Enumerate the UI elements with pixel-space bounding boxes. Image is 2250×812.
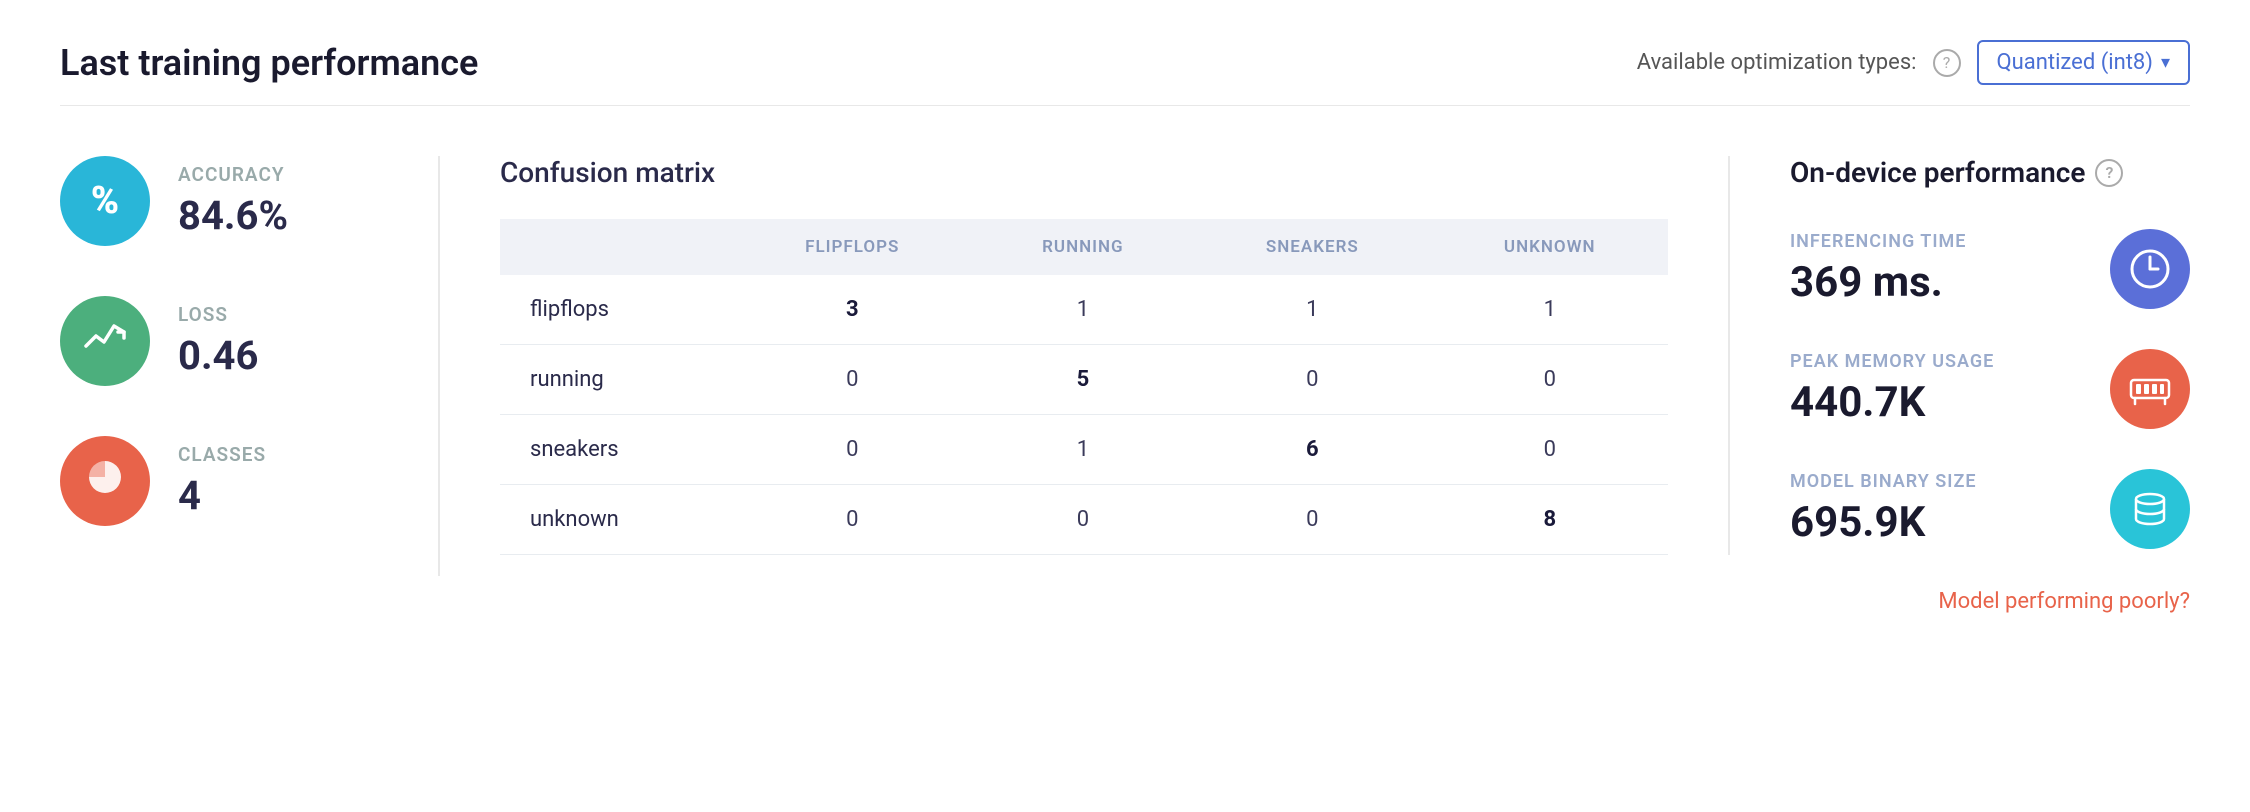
cell-ff-ff: 3: [732, 275, 973, 345]
perf-title-container: On-device performance ?: [1790, 156, 2190, 189]
binary-info: MODEL BINARY SIZE 695.9K: [1790, 471, 1977, 547]
help-icon-performance[interactable]: ?: [2095, 159, 2123, 187]
cell-unk-run: 0: [973, 485, 1194, 555]
pie-chart-icon: [81, 453, 129, 510]
inferencing-value: 369 ms.: [1790, 258, 1966, 307]
classes-label: CLASSES: [178, 443, 266, 466]
confusion-matrix-table: FLIPFLOPS RUNNING SNEAKERS UNKNOWN flipf…: [500, 219, 1668, 555]
cell-run-unk: 0: [1432, 345, 1668, 415]
matrix-title: Confusion matrix: [500, 156, 1668, 189]
cell-unk-snk: 0: [1193, 485, 1431, 555]
cell-snk-snk: 6: [1193, 415, 1431, 485]
stats-panel: % ACCURACY 84.6%: [60, 156, 440, 576]
col-header-empty: [500, 219, 732, 275]
stat-item-classes: CLASSES 4: [60, 436, 398, 526]
row-label-sneakers: sneakers: [500, 415, 732, 485]
help-icon-header[interactable]: ?: [1933, 49, 1961, 77]
cell-run-run: 5: [973, 345, 1194, 415]
row-label-unknown: unknown: [500, 485, 732, 555]
row-label-flipflops: flipflops: [500, 275, 732, 345]
cell-unk-unk: 8: [1432, 485, 1668, 555]
table-row: unknown 0 0 0 8: [500, 485, 1668, 555]
cell-snk-ff: 0: [732, 415, 973, 485]
cell-snk-run: 1: [973, 415, 1194, 485]
dropdown-label: Quantized (int8): [1997, 50, 2153, 75]
inferencing-info: INFERENCING TIME 369 ms.: [1790, 231, 1966, 307]
ram-icon: [2127, 366, 2173, 412]
main-content: % ACCURACY 84.6%: [60, 156, 2190, 614]
chart-icon: [82, 314, 128, 369]
stat-item-accuracy: % ACCURACY 84.6%: [60, 156, 398, 246]
accuracy-label: ACCURACY: [178, 163, 288, 186]
row-label-running: running: [500, 345, 732, 415]
inferencing-label: INFERENCING TIME: [1790, 231, 1966, 252]
binary-label: MODEL BINARY SIZE: [1790, 471, 1977, 492]
col-header-sneakers: SNEAKERS: [1193, 219, 1431, 275]
perf-title-text: On-device performance: [1790, 156, 2085, 189]
ram-icon-circle: [2110, 349, 2190, 429]
performance-panel: On-device performance ? INFERENCING TIME…: [1730, 156, 2190, 614]
chevron-down-icon: ▾: [2161, 52, 2170, 73]
header: Last training performance Available opti…: [60, 40, 2190, 106]
table-header-row: FLIPFLOPS RUNNING SNEAKERS UNKNOWN: [500, 219, 1668, 275]
col-header-running: RUNNING: [973, 219, 1194, 275]
loss-value: 0.46: [178, 332, 258, 379]
model-poorly-link[interactable]: Model performing poorly?: [1938, 589, 2190, 614]
loss-info: LOSS 0.46: [178, 303, 258, 379]
page-container: Last training performance Available opti…: [0, 0, 2250, 654]
memory-value: 440.7K: [1790, 378, 1994, 427]
header-right: Available optimization types: ? Quantize…: [1637, 40, 2190, 85]
memory-label: PEAK MEMORY USAGE: [1790, 351, 1994, 372]
table-row: running 0 5 0 0: [500, 345, 1668, 415]
database-icon: [2127, 486, 2173, 532]
loss-icon-circle: [60, 296, 150, 386]
optimization-label: Available optimization types:: [1637, 50, 1917, 75]
table-row: sneakers 0 1 6 0: [500, 415, 1668, 485]
cell-run-snk: 0: [1193, 345, 1431, 415]
cell-ff-snk: 1: [1193, 275, 1431, 345]
accuracy-value: 84.6%: [178, 192, 288, 239]
memory-info: PEAK MEMORY USAGE 440.7K: [1790, 351, 1994, 427]
matrix-panel: Confusion matrix FLIPFLOPS RUNNING SNEAK…: [440, 156, 1730, 555]
accuracy-icon: %: [60, 156, 150, 246]
model-poorly-section: Model performing poorly?: [1790, 589, 2190, 614]
cell-ff-unk: 1: [1432, 275, 1668, 345]
loss-label: LOSS: [178, 303, 258, 326]
cell-run-ff: 0: [732, 345, 973, 415]
clock-icon-circle: [2110, 229, 2190, 309]
page-title: Last training performance: [60, 42, 478, 84]
optimization-dropdown[interactable]: Quantized (int8) ▾: [1977, 40, 2191, 85]
col-header-flipflops: FLIPFLOPS: [732, 219, 973, 275]
classes-value: 4: [178, 472, 266, 519]
classes-info: CLASSES 4: [178, 443, 266, 519]
accuracy-info: ACCURACY 84.6%: [178, 163, 288, 239]
database-icon-circle: [2110, 469, 2190, 549]
cell-ff-run: 1: [973, 275, 1194, 345]
cell-unk-ff: 0: [732, 485, 973, 555]
perf-item-memory: PEAK MEMORY USAGE 440.7K: [1790, 349, 2190, 429]
col-header-unknown: UNKNOWN: [1432, 219, 1668, 275]
table-row: flipflops 3 1 1 1: [500, 275, 1668, 345]
percent-icon: %: [91, 179, 119, 223]
cell-snk-unk: 0: [1432, 415, 1668, 485]
clock-icon: [2128, 247, 2172, 291]
binary-value: 695.9K: [1790, 498, 1977, 547]
stat-item-loss: LOSS 0.46: [60, 296, 398, 386]
perf-item-binary: MODEL BINARY SIZE 695.9K: [1790, 469, 2190, 549]
classes-icon-circle: [60, 436, 150, 526]
perf-item-inferencing: INFERENCING TIME 369 ms.: [1790, 229, 2190, 309]
